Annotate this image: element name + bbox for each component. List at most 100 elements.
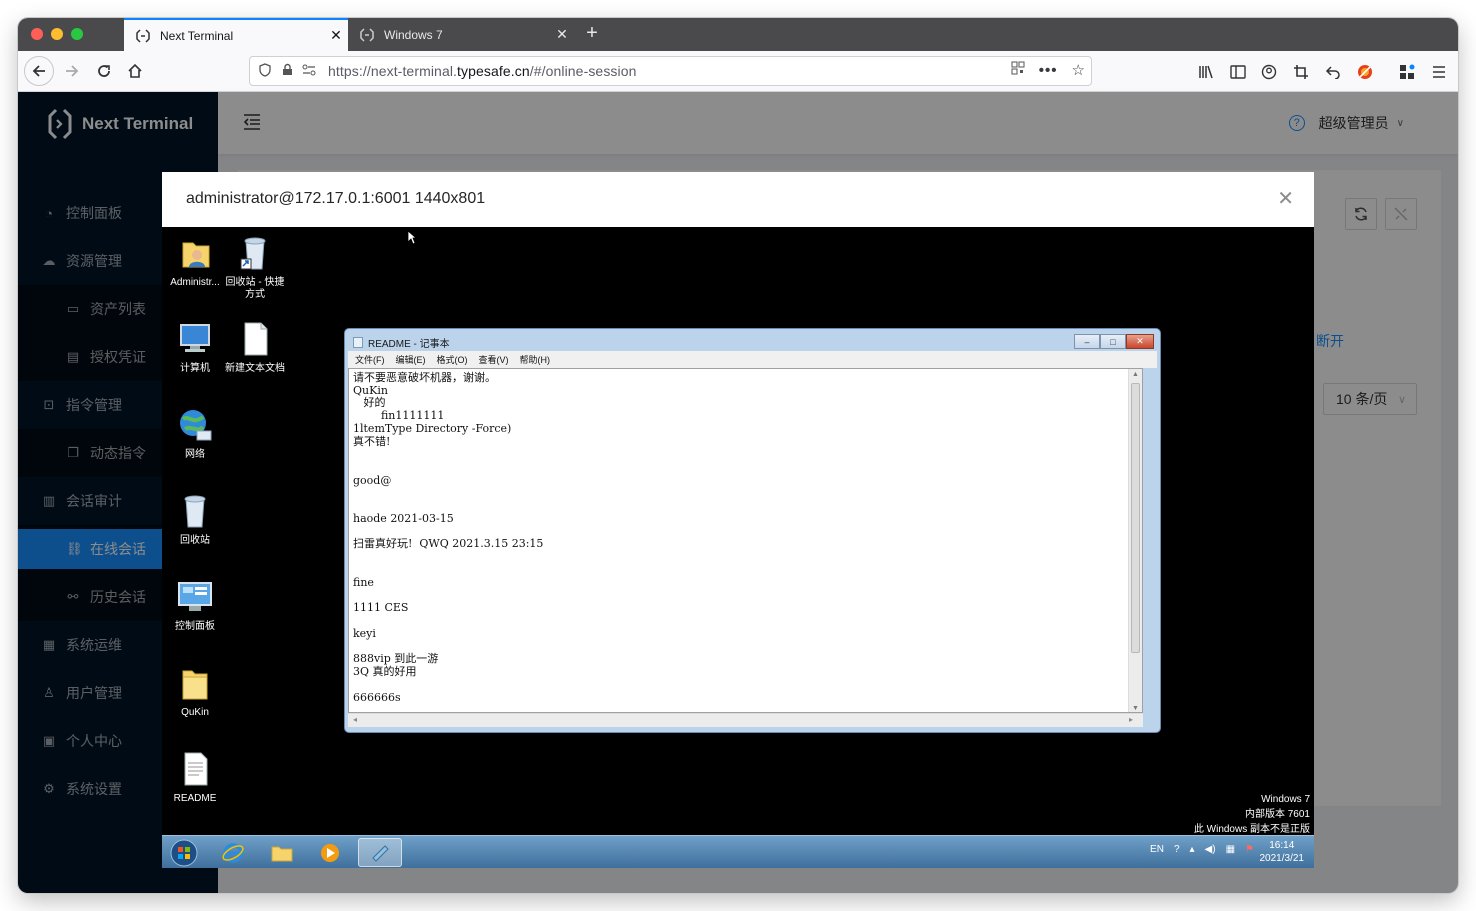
modal-close-icon[interactable]: ✕ (1277, 186, 1294, 211)
minimize-icon[interactable]: ‒ (1074, 334, 1100, 349)
desktop-icon-item[interactable]: 回收站 - 快捷方式 (224, 233, 286, 301)
tracking-shield-icon[interactable] (254, 62, 276, 80)
watermark-line: 内部版本 7601 (1244, 809, 1310, 820)
close-tab-icon[interactable]: ✕ (550, 26, 574, 43)
maximize-icon[interactable]: □ (1100, 334, 1126, 349)
mouse-cursor-icon (407, 230, 417, 245)
permissions-icon[interactable] (298, 64, 320, 79)
clock[interactable]: 16:14 2021/3/21 (1260, 839, 1305, 865)
internet-explorer-taskbar-button[interactable] (211, 838, 255, 867)
internet-explorer-icon (222, 842, 244, 863)
desktop-icon-item[interactable]: QuKin (164, 663, 226, 719)
start-button[interactable] (162, 838, 206, 867)
notepad-icon (372, 844, 389, 862)
new-tab-button[interactable]: + (580, 22, 604, 45)
desktop-icon-item[interactable]: README (164, 749, 226, 805)
sidebar-toggle-icon[interactable] (1228, 62, 1248, 82)
browser-window: Next Terminal ✕ Windows 7 ✕ + https://ne… (18, 18, 1458, 893)
close-tab-icon[interactable]: ✕ (324, 27, 348, 44)
media-player-icon (321, 843, 339, 862)
notepad-text-line: 1ltemType Directory -Force) (353, 422, 512, 435)
desktop-icon-item[interactable]: 计算机 (164, 319, 226, 375)
explorer-taskbar-button[interactable] (260, 838, 304, 867)
menu-file[interactable]: 文件(F) (355, 353, 385, 366)
close-window-button[interactable] (31, 28, 43, 40)
notepad-text-area[interactable]: 请不要恶意破坏机器，谢谢。 QuKin 好的 fin1111111 1ltemTyp… (348, 368, 1143, 713)
volume-icon[interactable]: ◀) (1205, 844, 1216, 855)
account-icon[interactable] (1259, 62, 1279, 82)
menu-view[interactable]: 查看(V) (479, 353, 509, 366)
notification-chevron-icon[interactable]: ▴ (1190, 844, 1195, 855)
desktop-icon-item[interactable]: 新建文本文档 (224, 319, 286, 375)
tab-bar: Next Terminal ✕ Windows 7 ✕ + (18, 18, 1458, 51)
scroll-down-icon[interactable]: ▼ (1132, 705, 1139, 712)
system-tray: EN ? ▴ ◀) ▦ ⚑ (1150, 844, 1254, 855)
qr-code-icon[interactable] (1011, 61, 1025, 79)
notepad-text-line: 1111 CES (353, 601, 409, 614)
notepad-text-line: fin1111111 (353, 409, 445, 422)
modal-title: administrator@172.17.0.1:6001 1440x801 (186, 190, 486, 207)
desktop-icon-item[interactable]: 控制面板 (164, 577, 226, 633)
desktop-icon-label: 回收站 (180, 535, 210, 546)
window-controls: ‒ □ ✕ (1074, 334, 1154, 349)
hamburger-menu-icon[interactable] (1429, 62, 1449, 82)
computer-icon (175, 319, 215, 359)
bookmark-star-icon[interactable]: ☆ (1072, 61, 1085, 79)
notepad-text-line: 666666s (353, 691, 401, 704)
back-button[interactable] (24, 56, 54, 86)
notepad-icon (353, 337, 363, 348)
action-center-flag-icon[interactable]: ⚑ (1245, 844, 1254, 855)
home-button[interactable] (121, 57, 149, 85)
desktop-icon-label: Administr... (170, 277, 220, 288)
help-icon[interactable]: ? (1174, 844, 1180, 855)
recycle-bin-shortcut-icon (235, 233, 275, 273)
navigation-bar: https://next-terminal.typesafe.cn/#/onli… (18, 51, 1458, 92)
menu-edit[interactable]: 编辑(E) (396, 353, 426, 366)
library-icon[interactable] (1196, 62, 1216, 82)
horizontal-scrollbar[interactable]: ◂ ▸ (348, 713, 1143, 727)
media-player-taskbar-button[interactable] (308, 838, 352, 867)
next-terminal-favicon-icon (360, 27, 374, 42)
desktop-icon-item[interactable]: 回收站 (164, 491, 226, 547)
forward-button[interactable] (58, 57, 86, 85)
notepad-taskbar-button[interactable] (358, 838, 402, 867)
scroll-left-icon[interactable]: ◂ (353, 715, 357, 724)
language-indicator[interactable]: EN (1150, 844, 1164, 855)
notepad-text-line: 888vip 到此一游 (353, 652, 439, 665)
arrow-left-icon (32, 65, 45, 77)
desktop-icon-label: 网络 (185, 449, 205, 460)
notepad-titlebar[interactable]: README - 记事本 (353, 335, 450, 350)
network-status-icon[interactable]: ▦ (1226, 844, 1235, 855)
address-bar[interactable]: https://next-terminal.typesafe.cn/#/onli… (249, 56, 1092, 86)
watermark-line: Windows 7 (1261, 794, 1310, 805)
undo-arrow-icon[interactable] (1323, 62, 1343, 82)
scroll-up-icon[interactable]: ▲ (1132, 371, 1139, 378)
tab-next-terminal[interactable]: Next Terminal ✕ (124, 18, 348, 51)
lock-icon[interactable] (276, 63, 298, 79)
desktop-icon-label: README (173, 793, 217, 804)
session-modal: administrator@172.17.0.1:6001 1440x801 ✕… (162, 172, 1314, 868)
notepad-window[interactable]: README - 记事本 ‒ □ ✕ 文件(F) 编辑(E) 格式(O) 查看(… (344, 328, 1161, 733)
notepad-text-line: 扫雷真好玩! QWQ 2021.3.15 23:15 (353, 537, 544, 550)
remote-desktop[interactable]: Administr... 回收站 - 快捷方式计算机 新建文本文档网络回收站控制面板… (162, 227, 1314, 868)
tab-windows-7[interactable]: Windows 7 ✕ (348, 18, 574, 51)
desktop-icon-item[interactable]: 网络 (164, 405, 226, 461)
menu-help[interactable]: 帮助(H) (520, 353, 551, 366)
vertical-scrollbar[interactable]: ▲ ▼ (1128, 369, 1142, 712)
page-actions-icon[interactable]: ••• (1039, 62, 1058, 79)
menu-format[interactable]: 格式(O) (437, 353, 468, 366)
scroll-right-icon[interactable]: ▸ (1129, 715, 1133, 724)
reload-button[interactable] (90, 57, 118, 85)
minimize-window-button[interactable] (51, 28, 63, 40)
notepad-title: README - 记事本 (368, 339, 450, 350)
zoom-window-button[interactable] (71, 28, 83, 40)
screenshot-crop-icon[interactable] (1291, 62, 1311, 82)
windows-taskbar: EN ? ▴ ◀) ▦ ⚑ 16:14 2021/3/21 (162, 835, 1314, 868)
windows-watermark: Windows 7 内部版本 7601 此 Windows 副本不是正版 (1194, 792, 1310, 837)
extensions-icon[interactable] (1397, 62, 1417, 82)
scrollbar-thumb[interactable] (1131, 383, 1140, 653)
blocker-extension-icon[interactable] (1355, 62, 1375, 82)
desktop-icon-item[interactable]: Administr... (164, 233, 226, 289)
close-icon[interactable]: ✕ (1126, 334, 1154, 349)
notepad-text-line: 好的 (353, 396, 386, 409)
